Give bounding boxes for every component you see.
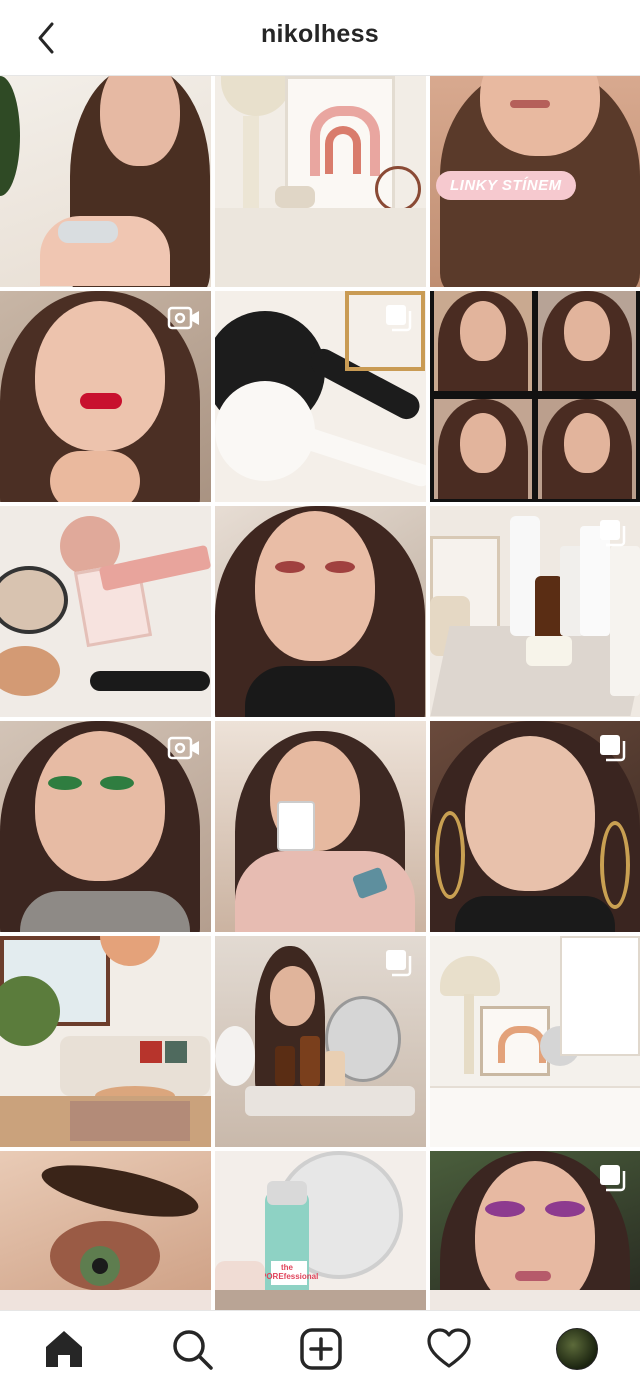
post-tile[interactable] [215,76,426,287]
next-row-preview [430,1290,640,1310]
nav-new-post[interactable] [297,1325,345,1373]
carousel-icon [600,520,626,547]
carousel-icon [600,1165,626,1192]
post-tile[interactable]: LINKY STÍNEM [430,76,640,287]
post-tile[interactable] [215,721,426,932]
activity-heart-icon [427,1328,471,1368]
posts-grid: LINKY STÍNEM the POREfessional [0,76,640,1310]
post-tile[interactable] [0,506,211,717]
post-caption-label: LINKY STÍNEM [436,171,576,200]
profile-header: nikolhess [0,0,640,76]
video-icon [167,736,199,760]
post-tile[interactable] [430,936,640,1147]
post-tile[interactable] [430,721,640,932]
post-tile[interactable] [0,1151,211,1310]
profile-avatar[interactable] [556,1328,598,1370]
post-tile[interactable] [430,291,640,502]
post-tile[interactable] [0,936,211,1147]
carousel-icon [386,305,412,332]
home-icon [46,1331,82,1367]
post-tile[interactable] [215,936,426,1147]
new-post-icon [300,1328,342,1370]
next-row-preview [215,1290,426,1310]
bottom-navigation [0,1310,640,1386]
post-tile[interactable] [0,291,211,502]
post-tile[interactable] [0,721,211,932]
next-row-preview [0,1290,211,1310]
nav-home[interactable] [40,1325,88,1373]
page-title: nikolhess [260,20,380,48]
post-tile[interactable] [430,506,640,717]
nav-activity[interactable] [425,1325,473,1373]
carousel-icon [600,735,626,762]
product-label: the POREfessional [261,1263,319,1281]
post-tile[interactable] [430,1151,640,1310]
post-tile[interactable] [0,76,211,287]
post-tile[interactable] [215,506,426,717]
nav-search[interactable] [168,1325,216,1373]
post-tile[interactable]: the POREfessional [215,1151,426,1310]
video-icon [167,306,199,330]
post-tile[interactable] [215,291,426,502]
search-icon [173,1330,213,1370]
carousel-icon [386,950,412,977]
